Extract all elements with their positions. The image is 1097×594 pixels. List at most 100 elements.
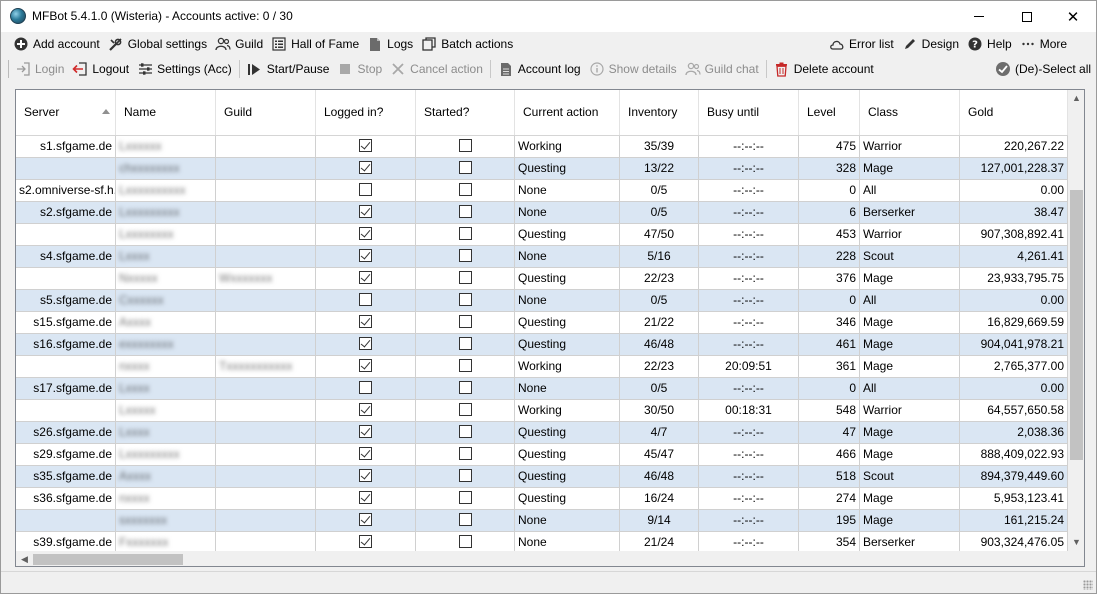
maximize-button[interactable] xyxy=(1004,1,1050,32)
started-checkbox[interactable] xyxy=(458,403,472,417)
resize-grip-icon[interactable] xyxy=(1083,580,1093,590)
column-header-name[interactable]: Name xyxy=(116,90,216,135)
logged-in-checkbox[interactable] xyxy=(359,513,372,527)
table-row[interactable]: s1.sfgame.de Lxxxxxx Working 35/39 --:--:-- 4… xyxy=(16,136,1068,158)
column-header-logged-in[interactable]: Logged in? xyxy=(316,90,416,135)
column-header-gold[interactable]: Gold xyxy=(960,90,1068,135)
logout-button[interactable]: Logout xyxy=(68,58,133,80)
global-settings-button[interactable]: Global settings xyxy=(104,33,211,55)
started-checkbox[interactable] xyxy=(458,425,472,439)
table-row[interactable]: nxxxx Txxxxxxxxxxx Working 22/23 20:09:51 361… xyxy=(16,356,1068,378)
started-checkbox[interactable] xyxy=(458,293,472,307)
design-button[interactable]: Design xyxy=(898,33,963,55)
logged-in-checkbox[interactable] xyxy=(359,425,372,439)
logged-in-checkbox[interactable] xyxy=(359,337,372,351)
column-header-server[interactable]: Server xyxy=(16,90,116,135)
table-row[interactable]: s15.sfgame.de Axxxx Questing 21/22 --:--:-- 3… xyxy=(16,312,1068,334)
cell-busy-until: --:--:-- xyxy=(699,246,799,268)
column-header-inventory[interactable]: Inventory xyxy=(620,90,699,135)
started-checkbox[interactable] xyxy=(458,205,472,219)
logged-in-checkbox[interactable] xyxy=(359,249,372,263)
logged-in-checkbox[interactable] xyxy=(359,227,372,241)
help-button[interactable]: ? Help xyxy=(963,33,1016,55)
login-button[interactable]: Login xyxy=(11,58,68,80)
started-checkbox[interactable] xyxy=(458,513,472,527)
settings-acc-button[interactable]: Settings (Acc) xyxy=(133,58,236,80)
table-row[interactable]: s2.sfgame.de Lxxxxxxxxx None 0/5 --:--:-- 6 Be… xyxy=(16,202,1068,224)
account-log-button[interactable]: Account log xyxy=(494,58,585,80)
logged-in-checkbox[interactable] xyxy=(359,403,372,417)
logged-in-checkbox[interactable] xyxy=(359,183,372,197)
column-header-current-action[interactable]: Current action xyxy=(515,90,620,135)
logged-in-checkbox[interactable] xyxy=(359,139,372,153)
table-row[interactable]: chxxxxxxxx Questing 13/22 --:--:-- 328 Mage 12… xyxy=(16,158,1068,180)
column-header-started[interactable]: Started? xyxy=(416,90,515,135)
vertical-scroll-thumb[interactable] xyxy=(1070,190,1083,460)
started-checkbox[interactable] xyxy=(458,183,472,197)
logged-in-checkbox[interactable] xyxy=(359,535,372,549)
table-row[interactable]: sxxxxxxx None 9/14 --:--:-- 195 Mage 161,215.2… xyxy=(16,510,1068,532)
error-list-button[interactable]: Error list xyxy=(825,33,898,55)
table-row[interactable]: s26.sfgame.de Lxxxx Questing 4/7 --:--:-- 47 M… xyxy=(16,422,1068,444)
guild-chat-button[interactable]: Guild chat xyxy=(681,58,763,80)
column-header-guild[interactable]: Guild xyxy=(216,90,316,135)
start-pause-button[interactable]: Start/Pause xyxy=(243,58,334,80)
logged-in-checkbox[interactable] xyxy=(359,161,372,175)
started-checkbox[interactable] xyxy=(458,359,472,373)
started-checkbox[interactable] xyxy=(458,381,472,395)
table-row[interactable]: s29.sfgame.de Lxxxxxxxxx Questing 45/47 --:-… xyxy=(16,444,1068,466)
logged-in-checkbox[interactable] xyxy=(359,381,372,395)
batch-actions-button[interactable]: Batch actions xyxy=(417,33,517,55)
table-row[interactable]: Lxxxxxxxx Questing 47/50 --:--:-- 453 Warrior… xyxy=(16,224,1068,246)
guild-button[interactable]: Guild xyxy=(211,33,267,55)
horizontal-scroll-thumb[interactable] xyxy=(33,554,183,565)
table-row[interactable]: s36.sfgame.de nxxxx Questing 16/24 --:--:-- 2… xyxy=(16,488,1068,510)
cancel-action-button[interactable]: Cancel action xyxy=(386,58,487,80)
started-checkbox[interactable] xyxy=(458,315,472,329)
logs-button[interactable]: Logs xyxy=(363,33,417,55)
scroll-up-icon[interactable]: ▲ xyxy=(1068,90,1084,107)
table-row[interactable]: s17.sfgame.de Lxxxx None 0/5 --:--:-- 0 All 0.0… xyxy=(16,378,1068,400)
logged-in-checkbox[interactable] xyxy=(359,293,372,307)
table-row[interactable]: s4.sfgame.de Lxxxx None 5/16 --:--:-- 228 Scou… xyxy=(16,246,1068,268)
logged-in-checkbox[interactable] xyxy=(359,491,372,505)
hall-of-fame-button[interactable]: Hall of Fame xyxy=(267,33,363,55)
scroll-down-icon[interactable]: ▼ xyxy=(1068,534,1084,551)
table-row[interactable]: Nxxxxx Wxxxxxxx Questing 22/23 --:--:-- 376 Ma… xyxy=(16,268,1068,290)
more-button[interactable]: More xyxy=(1016,33,1071,55)
table-row[interactable]: s16.sfgame.de exxxxxxxx Questing 46/48 --:--… xyxy=(16,334,1068,356)
started-checkbox[interactable] xyxy=(458,447,472,461)
logged-in-checkbox[interactable] xyxy=(359,359,372,373)
started-checkbox[interactable] xyxy=(458,469,472,483)
close-button[interactable]: ✕ xyxy=(1050,1,1096,32)
started-checkbox[interactable] xyxy=(458,535,472,549)
started-checkbox[interactable] xyxy=(458,161,472,175)
logged-in-checkbox[interactable] xyxy=(359,271,372,285)
logged-in-checkbox[interactable] xyxy=(359,447,372,461)
horizontal-scrollbar[interactable]: ◀ xyxy=(16,551,1068,566)
delete-account-button[interactable]: Delete account xyxy=(770,58,878,80)
minimize-button[interactable] xyxy=(956,1,1002,32)
started-checkbox[interactable] xyxy=(458,337,472,351)
deselect-all-button[interactable]: (De)-Select all xyxy=(991,58,1095,80)
show-details-button[interactable]: Show details xyxy=(585,58,681,80)
stop-button[interactable]: Stop xyxy=(333,58,386,80)
table-row[interactable]: s5.sfgame.de Cxxxxxx None 0/5 --:--:-- 0 All 0.… xyxy=(16,290,1068,312)
logged-in-checkbox[interactable] xyxy=(359,315,372,329)
started-checkbox[interactable] xyxy=(458,227,472,241)
vertical-scrollbar[interactable]: ▲ ▼ xyxy=(1068,90,1084,551)
started-checkbox[interactable] xyxy=(458,249,472,263)
column-header-level[interactable]: Level xyxy=(799,90,860,135)
started-checkbox[interactable] xyxy=(458,139,472,153)
logged-in-checkbox[interactable] xyxy=(359,205,372,219)
table-row[interactable]: s2.omniverse-sf.h... Lxxxxxxxxxx None 0/5 --… xyxy=(16,180,1068,202)
column-header-busy-until[interactable]: Busy until xyxy=(699,90,799,135)
table-row[interactable]: Lxxxxx Working 30/50 00:18:31 548 Warrior 64,5… xyxy=(16,400,1068,422)
logged-in-checkbox[interactable] xyxy=(359,469,372,483)
add-account-button[interactable]: Add account xyxy=(9,33,104,55)
started-checkbox[interactable] xyxy=(458,491,472,505)
scroll-left-icon[interactable]: ◀ xyxy=(16,551,33,566)
table-row[interactable]: s35.sfgame.de Axxxx Questing 46/48 --:--:-- 5… xyxy=(16,466,1068,488)
column-header-class[interactable]: Class xyxy=(860,90,960,135)
started-checkbox[interactable] xyxy=(458,271,472,285)
